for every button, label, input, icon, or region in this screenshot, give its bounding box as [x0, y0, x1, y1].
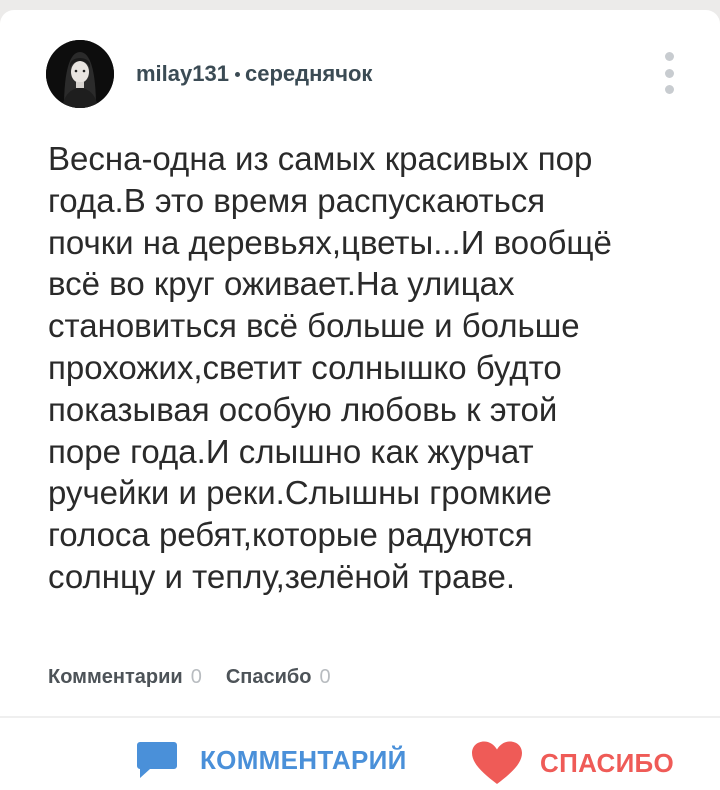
author-line: milay131 середнячок — [136, 61, 372, 87]
thanks-stat-label[interactable]: Спасибо — [226, 666, 312, 689]
answer-line: Весна-одна из самых красивых пор — [48, 140, 593, 177]
answer-card: milay131 середнячок Весна-одна из самых … — [0, 10, 720, 790]
comment-button-label: КОММЕНТАРИЙ — [200, 744, 407, 775]
answer-line: становиться всё больше и больше — [48, 307, 580, 345]
answer-line: солнцу и теплу,зелёной траве. — [48, 557, 516, 595]
answer-line: года.В это время распускаються — [48, 181, 546, 219]
answer-header: milay131 середнячок — [46, 40, 372, 108]
answer-line: всё во круг оживает.На улицах — [48, 265, 515, 303]
more-dot — [664, 52, 674, 61]
heart-icon — [472, 741, 522, 784]
answer-line: показывая особую любовь к этой — [48, 390, 558, 428]
answer-stats: Комментарии 0 Спасибо 0 — [48, 666, 331, 689]
comment-button[interactable]: КОММЕНТАРИЙ — [136, 740, 407, 780]
divider — [0, 716, 720, 718]
answer-text: Весна-одна из самых красивых пор года.В … — [48, 138, 678, 598]
avatar[interactable] — [46, 40, 114, 108]
more-dot — [664, 85, 674, 94]
answer-actions: КОММЕНТАРИЙ СПАСИБО — [0, 740, 720, 790]
answer-line: поре года.И слышно как журчат — [48, 432, 534, 470]
separator-dot — [234, 71, 240, 77]
answer-line: прохожих,светит солнышко будто — [48, 348, 562, 386]
speech-bubble-icon — [137, 742, 177, 778]
avatar-girl-icon — [46, 40, 114, 108]
thanks-count: 0 — [319, 666, 331, 688]
more-options-button[interactable] — [662, 52, 676, 94]
thanks-button-label: СПАСИБО — [540, 747, 675, 778]
author-rank: середнячок — [244, 61, 373, 86]
more-dot — [664, 68, 674, 78]
thanks-button[interactable]: СПАСИБО — [470, 740, 674, 786]
comments-stat-label[interactable]: Комментарии — [48, 666, 183, 689]
answer-line: голоса ребят,которые радуются — [48, 516, 533, 554]
comments-count: 0 — [190, 666, 202, 688]
answer-line: ручейки и реки.Слышны громкие — [48, 474, 552, 512]
author-username[interactable]: milay131 — [136, 61, 229, 87]
answer-line: почки на деревьях,цветы...И вообщё — [48, 223, 612, 261]
